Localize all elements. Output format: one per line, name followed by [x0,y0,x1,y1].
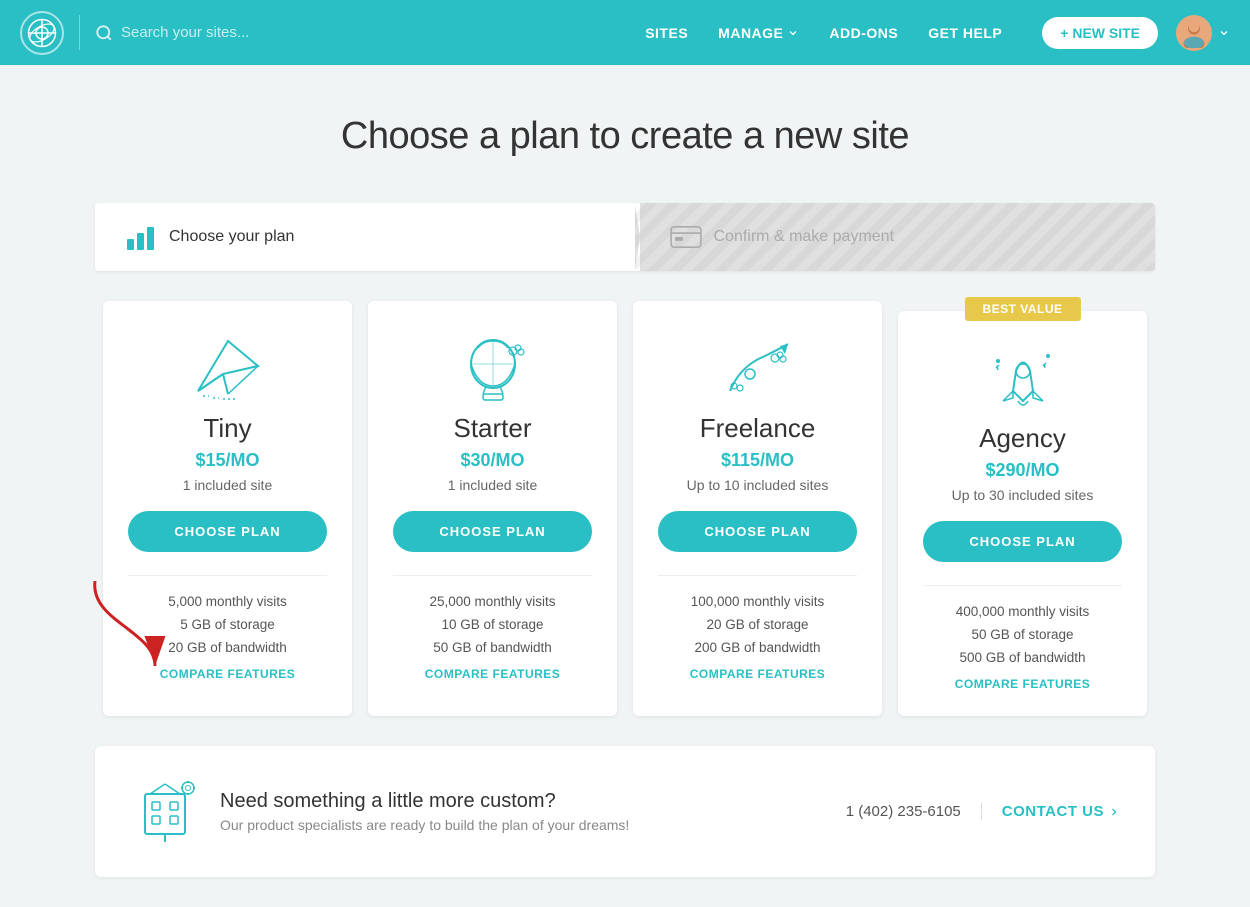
plan-starter-price: $30/MO [393,450,592,471]
logo[interactable] [20,11,64,55]
plan-starter-visits: 25,000 monthly visits [393,594,592,609]
compare-starter-link[interactable]: COMPARE FEATURES [393,667,592,681]
choose-plan-freelance-button[interactable]: CHOOSE PLAN [658,511,857,552]
header: SITES MANAGE ADD-ONS GET HELP + NEW SITE [0,0,1250,65]
contact-us-label: CONTACT US [1002,803,1104,820]
plan-agency-bandwidth: 500 GB of bandwidth [923,650,1122,665]
custom-title: Need something a little more custom? [220,790,826,813]
user-chevron-icon [1218,27,1230,39]
search-container [95,24,645,42]
plan-starter-name: Starter [393,413,592,444]
avatar [1176,15,1212,51]
plans-outer: Tiny $15/MO 1 included site CHOOSE PLAN … [55,301,1195,716]
main-content: Choose a plan to create a new site Choos… [0,65,1250,907]
header-nav: SITES MANAGE ADD-ONS GET HELP + NEW SITE [645,17,1158,49]
arrow-indicator [85,571,175,681]
credit-card-icon [670,226,702,248]
nav-get-help[interactable]: GET HELP [928,25,1002,41]
plan-freelance: Freelance $115/MO Up to 10 included site… [633,301,882,716]
step-1-label: Choose your plan [169,228,294,246]
plan-starter-bandwidth: 50 GB of bandwidth [393,640,592,655]
plan-starter-sites: 1 included site [393,477,592,493]
choose-plan-starter-button[interactable]: CHOOSE PLAN [393,511,592,552]
plan-agency-visits: 400,000 monthly visits [923,604,1122,619]
plan-agency-sites: Up to 30 included sites [923,487,1122,503]
plan-agency-name: Agency [923,423,1122,454]
new-site-button[interactable]: + NEW SITE [1042,17,1158,49]
page-title: Choose a plan to create a new site [20,115,1230,158]
custom-text: Need something a little more custom? Our… [220,790,826,833]
steps-container: Choose your plan Confirm & make payment [95,203,1155,271]
header-divider [79,15,80,50]
plan-tiny-name: Tiny [128,413,327,444]
step-2-label: Confirm & make payment [714,228,895,246]
freelance-plan-icon [658,336,857,401]
plan-freelance-visits: 100,000 monthly visits [658,594,857,609]
best-value-badge: BEST VALUE [964,297,1080,321]
agency-plan-icon [923,346,1122,411]
user-menu[interactable] [1176,15,1230,51]
plan-tiny-sites: 1 included site [128,477,327,493]
plan-agency: BEST VALUE [898,311,1147,716]
step-2: Confirm & make payment [640,203,1156,271]
compare-freelance-link[interactable]: COMPARE FEATURES [658,667,857,681]
plan-freelance-price: $115/MO [658,450,857,471]
custom-contact: 1 (402) 235-6105 CONTACT US [846,803,1120,820]
choose-plan-agency-button[interactable]: CHOOSE PLAN [923,521,1122,562]
custom-phone: 1 (402) 235-6105 [846,803,982,820]
plan-freelance-sites: Up to 10 included sites [658,477,857,493]
step-1: Choose your plan [95,203,611,271]
search-icon [95,24,113,42]
starter-plan-icon [393,336,592,401]
contact-us-link[interactable]: CONTACT US [1002,803,1120,820]
custom-section: Need something a little more custom? Our… [95,746,1155,877]
custom-subtitle: Our product specialists are ready to bui… [220,817,826,833]
search-input[interactable] [121,24,341,41]
plan-freelance-bandwidth: 200 GB of bandwidth [658,640,857,655]
custom-icon [130,774,200,849]
nav-addons[interactable]: ADD-ONS [829,25,898,41]
tiny-plan-icon [128,336,327,401]
plan-starter: Starter $30/MO 1 included site CHOOSE PL… [368,301,617,716]
plan-agency-storage: 50 GB of storage [923,627,1122,642]
plan-tiny-price: $15/MO [128,450,327,471]
compare-agency-link[interactable]: COMPARE FEATURES [923,677,1122,691]
nav-sites[interactable]: SITES [645,25,688,41]
nav-manage[interactable]: MANAGE [718,25,799,41]
plans-container: Tiny $15/MO 1 included site CHOOSE PLAN … [95,301,1155,716]
plan-freelance-storage: 20 GB of storage [658,617,857,632]
choose-plan-tiny-button[interactable]: CHOOSE PLAN [128,511,327,552]
plan-agency-price: $290/MO [923,460,1122,481]
plan-freelance-name: Freelance [658,413,857,444]
step-separator [611,203,640,271]
chart-icon [125,221,157,253]
chevron-right-icon [1108,806,1120,818]
plan-starter-storage: 10 GB of storage [393,617,592,632]
chevron-down-icon [787,27,799,39]
